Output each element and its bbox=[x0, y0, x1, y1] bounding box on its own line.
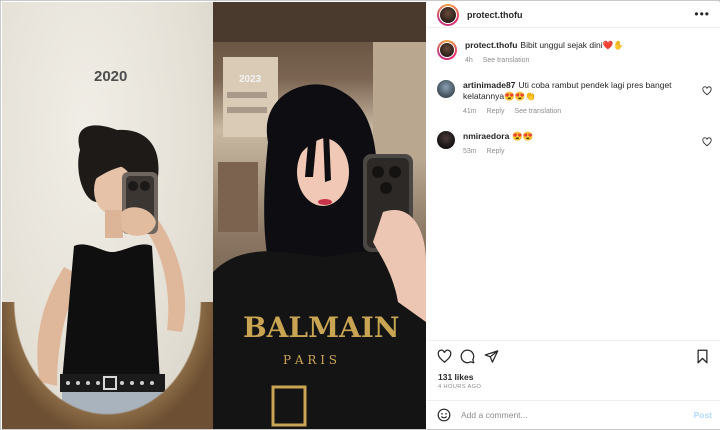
comments-list: protect.thofu Bibit unggul sejak dini❤️✋ … bbox=[427, 40, 720, 171]
post-dialog: 2020 BALMAIN P A R I S 2023 protect.thof… bbox=[0, 0, 720, 430]
heart-icon[interactable] bbox=[437, 349, 452, 364]
commenter-avatar[interactable] bbox=[437, 80, 455, 98]
comment-time[interactable]: 53m bbox=[463, 148, 477, 155]
comment-heart-icon[interactable] bbox=[702, 86, 712, 96]
svg-text:BALMAIN: BALMAIN bbox=[243, 311, 400, 344]
comment-bubble-icon[interactable] bbox=[460, 349, 475, 364]
comment-item: artinimade87 Uti coba rambut pendek lagi … bbox=[427, 80, 720, 117]
reply-button[interactable]: Reply bbox=[487, 108, 505, 115]
likes-count[interactable]: 131 likes bbox=[438, 372, 473, 382]
svg-text:P A R I S: P A R I S bbox=[283, 353, 337, 367]
post-timestamp: 4 HOURS AGO bbox=[438, 384, 482, 390]
more-horizontal-icon[interactable]: ••• bbox=[694, 8, 710, 20]
photo-2020 bbox=[2, 2, 213, 429]
person-2023-illustration: BALMAIN P A R I S bbox=[213, 2, 426, 429]
commenter-username[interactable]: nmiraedora bbox=[463, 131, 509, 141]
paper-plane-icon[interactable] bbox=[484, 349, 499, 364]
add-comment-input[interactable] bbox=[461, 410, 661, 420]
caption-username[interactable]: protect.thofu bbox=[465, 40, 517, 50]
caption-time[interactable]: 4h bbox=[465, 57, 473, 64]
caption-see-translation[interactable]: See translation bbox=[483, 57, 530, 64]
caption-text: Bibit unggul sejak dini❤️✋ bbox=[520, 40, 624, 50]
comment-text: 😍😍 bbox=[512, 131, 534, 141]
comment-heart-icon[interactable] bbox=[702, 137, 712, 147]
commenter-avatar[interactable] bbox=[437, 131, 455, 149]
reply-button[interactable]: Reply bbox=[487, 148, 505, 155]
commenter-username[interactable]: artinimade87 bbox=[463, 80, 515, 90]
author-avatar[interactable] bbox=[437, 3, 459, 26]
caption: protect.thofu Bibit unggul sejak dini❤️✋ … bbox=[427, 40, 720, 66]
post-comment-button[interactable]: Post bbox=[694, 410, 712, 420]
bookmark-icon[interactable] bbox=[695, 349, 710, 364]
comment-meta: 41m Reply See translation bbox=[463, 106, 698, 117]
year-label-2023: 2023 bbox=[239, 74, 262, 85]
comment-time[interactable]: 41m bbox=[463, 108, 477, 115]
post-header: protect.thofu ••• bbox=[427, 2, 720, 28]
action-bar bbox=[427, 340, 720, 370]
post-sidebar: protect.thofu ••• protect.thofu Bibit ung… bbox=[427, 2, 720, 429]
mirror-frame bbox=[2, 302, 213, 429]
photo-2023: BALMAIN P A R I S bbox=[213, 2, 426, 429]
comment-see-translation[interactable]: See translation bbox=[514, 108, 561, 115]
add-comment-row: Post bbox=[427, 400, 720, 429]
caption-avatar[interactable] bbox=[437, 40, 457, 60]
author-username[interactable]: protect.thofu bbox=[467, 10, 523, 20]
post-image[interactable]: 2020 BALMAIN P A R I S 2023 bbox=[2, 2, 426, 429]
smiley-icon[interactable] bbox=[437, 408, 451, 422]
year-label-2020: 2020 bbox=[94, 68, 128, 85]
comment-meta: 53m Reply bbox=[463, 146, 533, 157]
caption-meta: 4h See translation bbox=[465, 55, 624, 66]
comment-item: nmiraedora 😍😍 53m Reply bbox=[427, 131, 720, 157]
